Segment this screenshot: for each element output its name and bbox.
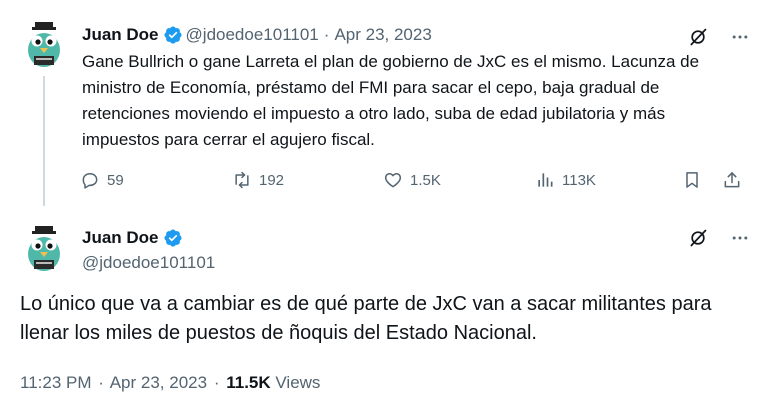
repost-button[interactable]: 192 xyxy=(232,170,284,190)
separator: · xyxy=(98,373,104,392)
reply-count: 59 xyxy=(107,171,124,189)
separator: · xyxy=(213,373,220,392)
views-button[interactable]: 113K xyxy=(535,170,596,190)
tweet-date[interactable]: Apr 23, 2023 xyxy=(110,373,207,392)
repost-count: 192 xyxy=(259,171,285,189)
tweet-text: Gane Bullrich o gane Larreta el plan de … xyxy=(82,52,700,149)
tweet-time[interactable]: 11:23 PM xyxy=(20,373,92,392)
reply-icon xyxy=(80,170,100,190)
tweet-date[interactable]: Apr 23, 2023 xyxy=(334,25,431,45)
user-handle[interactable]: @jdoedoe101101 xyxy=(186,25,319,45)
avatar[interactable] xyxy=(20,20,68,68)
reply-button[interactable]: 59 xyxy=(80,170,124,190)
tweet-meta: 11:23 PM · Apr 23, 2023 · 11.5K Views xyxy=(20,373,320,393)
avatar[interactable] xyxy=(20,224,68,272)
verified-icon xyxy=(163,229,182,247)
tweet-header: Juan Doe @jdoedoe101101 · Apr 23, 2023 xyxy=(82,25,432,45)
thread-line xyxy=(43,76,45,206)
views-label: Views xyxy=(275,373,321,392)
more-icon[interactable] xyxy=(730,27,750,47)
share-button[interactable] xyxy=(722,170,742,190)
display-name[interactable]: Juan Doe xyxy=(82,228,159,248)
bookmark-icon xyxy=(682,170,702,190)
like-button[interactable]: 1.5K xyxy=(383,170,441,190)
user-handle[interactable]: @jdoedoe101101 xyxy=(82,253,215,273)
grok-icon[interactable] xyxy=(688,228,708,248)
separator: · xyxy=(323,25,330,44)
bookmark-button[interactable] xyxy=(682,170,702,190)
like-count: 1.5K xyxy=(410,171,441,189)
views-count[interactable]: 11.5K xyxy=(226,373,270,392)
more-icon[interactable] xyxy=(730,228,750,248)
display-name[interactable]: Juan Doe xyxy=(82,25,159,45)
verified-icon xyxy=(163,26,182,44)
tweet-text: Lo único que va a cambiar es de qué part… xyxy=(20,293,712,344)
views-count: 113K xyxy=(562,171,596,189)
tweet-header: Juan Doe xyxy=(82,228,186,248)
action-bar: 59 192 1.5K 113K xyxy=(80,170,748,194)
like-icon xyxy=(383,170,403,190)
repost-icon xyxy=(232,170,252,190)
share-icon xyxy=(722,170,742,190)
grok-icon[interactable] xyxy=(688,27,708,47)
views-icon xyxy=(535,170,555,190)
